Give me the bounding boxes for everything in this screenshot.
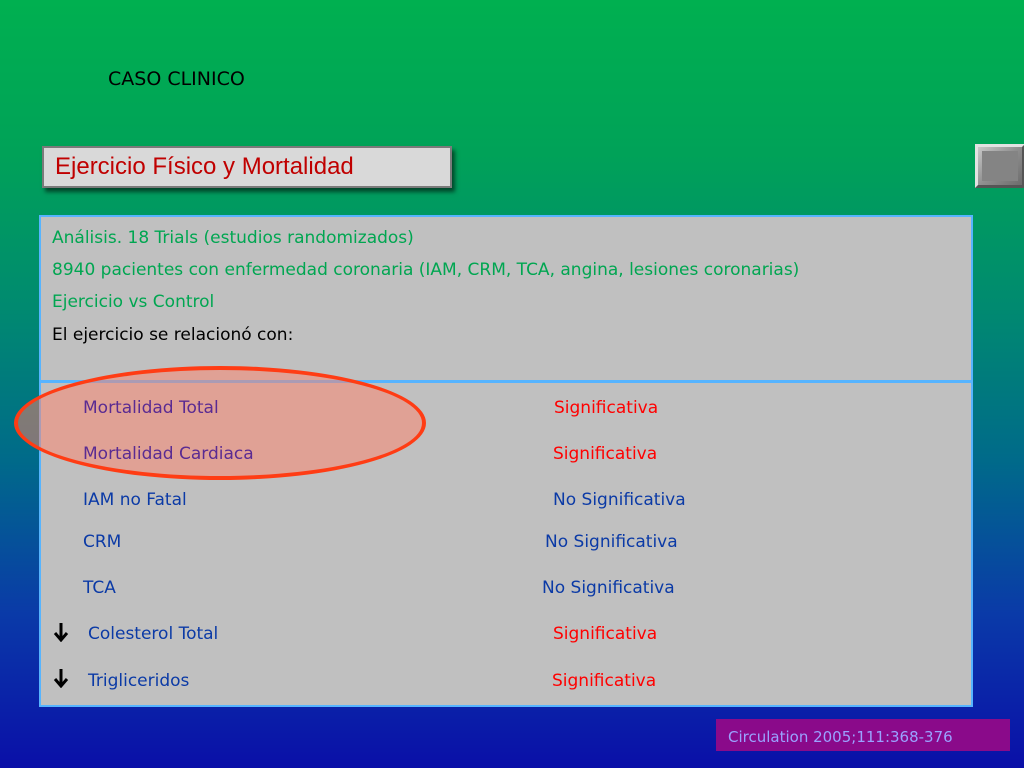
result-value-triglycerides: Significativa bbox=[552, 671, 657, 691]
result-value-cardiac-mortality: Significativa bbox=[553, 444, 658, 464]
down-arrow-icon bbox=[53, 622, 69, 647]
result-label-tca: TCA bbox=[83, 578, 116, 598]
result-value-total-cholesterol: Significativa bbox=[553, 624, 658, 644]
patients-line: 8940 pacientes con enfermedad coronaria … bbox=[52, 260, 800, 280]
comparison-line: Ejercicio vs Control bbox=[52, 292, 215, 312]
result-value-crm: No Significativa bbox=[545, 532, 678, 552]
down-arrow-icon bbox=[53, 668, 69, 693]
result-label-total-mortality: Mortalidad Total bbox=[83, 398, 219, 418]
slide-heading: CASO CLINICO bbox=[108, 68, 245, 90]
slide-title: Ejercicio Físico y Mortalidad bbox=[42, 146, 452, 188]
result-value-total-mortality: Significativa bbox=[554, 398, 659, 418]
conclusion-intro-line: El ejercicio se relacionó con: bbox=[52, 325, 294, 345]
analysis-line: Análisis. 18 Trials (estudios randomizad… bbox=[52, 228, 414, 248]
button-face-icon bbox=[982, 151, 1018, 181]
result-label-triglycerides: Trigliceridos bbox=[88, 671, 190, 691]
result-label-crm: CRM bbox=[83, 532, 122, 552]
result-label-cardiac-mortality: Mortalidad Cardiaca bbox=[83, 444, 254, 464]
next-slide-button[interactable] bbox=[975, 144, 1024, 188]
result-value-nonfatal-mi: No Significativa bbox=[553, 490, 686, 510]
result-value-tca: No Significativa bbox=[542, 578, 675, 598]
result-label-nonfatal-mi: IAM no Fatal bbox=[83, 490, 187, 510]
citation-box: Circulation 2005;111:368-376 bbox=[716, 719, 1010, 751]
result-label-total-cholesterol: Colesterol Total bbox=[88, 624, 219, 644]
